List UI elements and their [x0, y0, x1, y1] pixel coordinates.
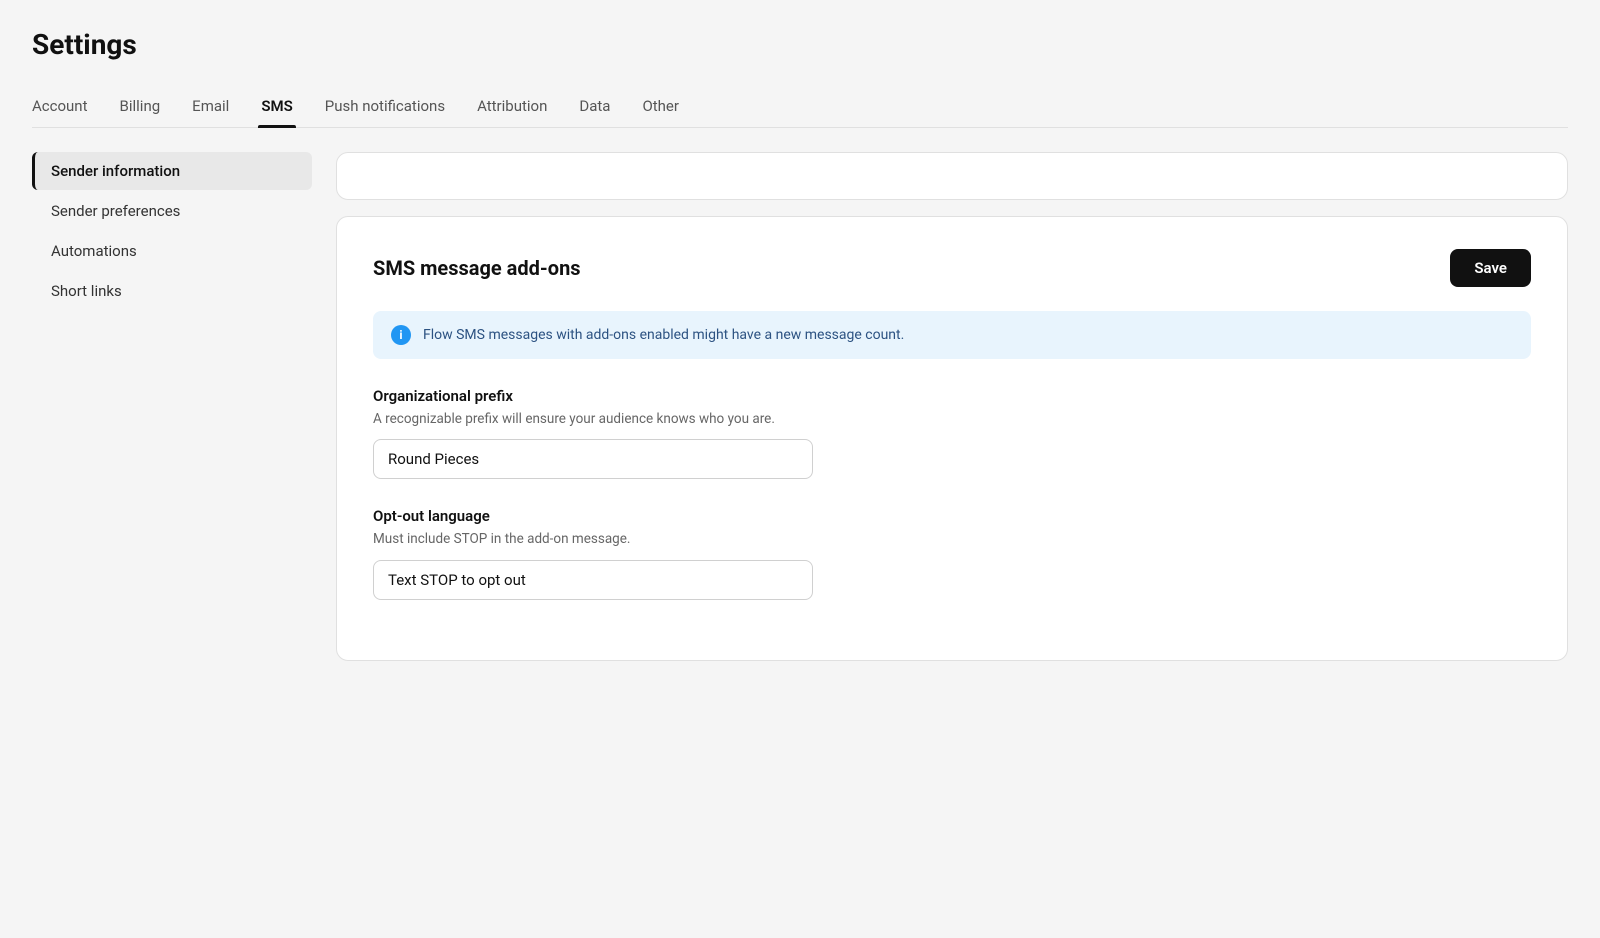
- main-content: SMS message add-ons Save i Flow SMS mess…: [336, 152, 1568, 661]
- opt-out-language-label: Opt-out language: [373, 507, 1531, 525]
- tab-attribution[interactable]: Attribution: [461, 85, 563, 127]
- organizational-prefix-input[interactable]: [373, 439, 813, 479]
- tab-push-notifications[interactable]: Push notifications: [309, 85, 461, 127]
- tab-other[interactable]: Other: [626, 85, 695, 127]
- nav-tabs: Account Billing Email SMS Push notificat…: [32, 85, 1568, 128]
- opt-out-language-input[interactable]: [373, 560, 813, 600]
- sms-addons-card: SMS message add-ons Save i Flow SMS mess…: [336, 216, 1568, 661]
- info-icon: i: [391, 325, 411, 345]
- sidebar-item-sender-preferences[interactable]: Sender preferences: [32, 192, 312, 230]
- tab-data[interactable]: Data: [563, 85, 626, 127]
- organizational-prefix-description: A recognizable prefix will ensure your a…: [373, 409, 1531, 429]
- tab-billing[interactable]: Billing: [104, 85, 177, 127]
- opt-out-language-section: Opt-out language Must include STOP in th…: [373, 507, 1531, 599]
- tab-email[interactable]: Email: [176, 85, 245, 127]
- organizational-prefix-label: Organizational prefix: [373, 387, 1531, 405]
- sidebar-item-automations[interactable]: Automations: [32, 232, 312, 270]
- organizational-prefix-section: Organizational prefix A recognizable pre…: [373, 387, 1531, 479]
- info-message: Flow SMS messages with add-ons enabled m…: [423, 327, 904, 343]
- card-header: SMS message add-ons Save: [373, 249, 1531, 287]
- top-card: [336, 152, 1568, 200]
- page-title: Settings: [32, 28, 1568, 61]
- sidebar-item-sender-information[interactable]: Sender information: [32, 152, 312, 190]
- content-layout: Sender information Sender preferences Au…: [32, 152, 1568, 661]
- sidebar-item-short-links[interactable]: Short links: [32, 272, 312, 310]
- tab-sms[interactable]: SMS: [245, 85, 308, 127]
- save-button[interactable]: Save: [1450, 249, 1531, 287]
- opt-out-language-description: Must include STOP in the add-on message.: [373, 529, 1531, 549]
- sidebar: Sender information Sender preferences Au…: [32, 152, 312, 310]
- tab-account[interactable]: Account: [32, 85, 104, 127]
- info-banner: i Flow SMS messages with add-ons enabled…: [373, 311, 1531, 359]
- card-title: SMS message add-ons: [373, 256, 581, 280]
